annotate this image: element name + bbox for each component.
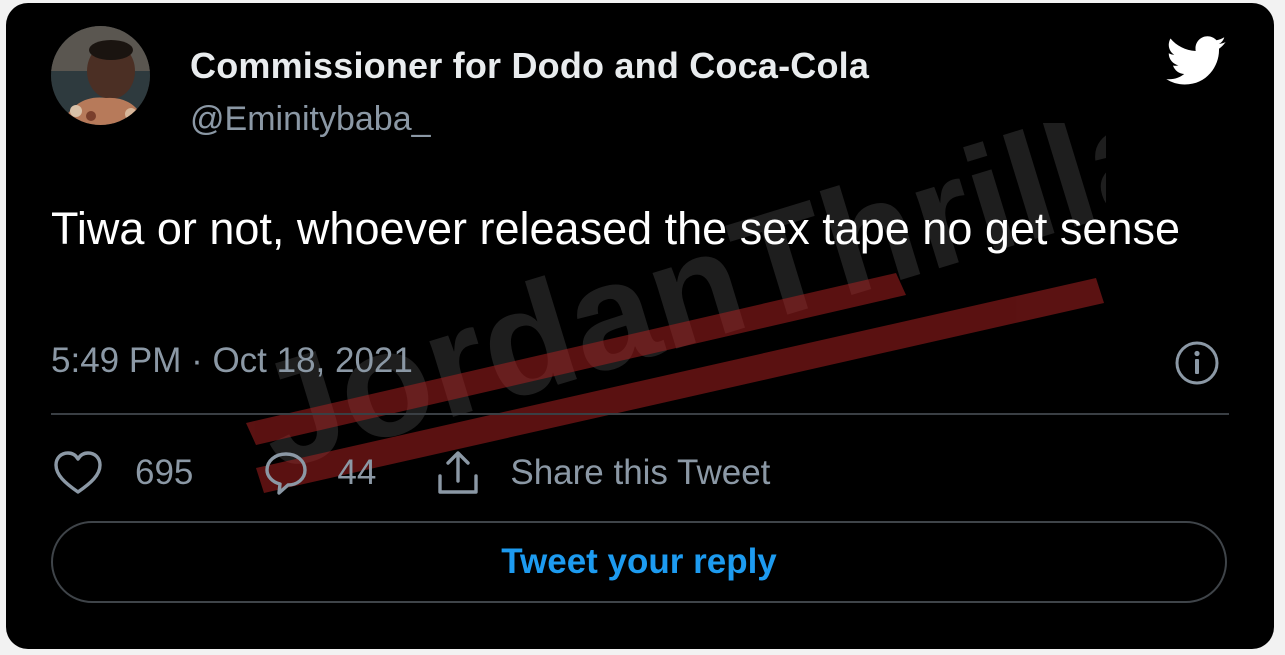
heart-icon (54, 451, 102, 494)
tweet-card: JordanThrilla. Commissioner for Dodo and… (6, 3, 1274, 649)
like-button[interactable]: 695 (51, 448, 193, 498)
avatar[interactable] (51, 26, 150, 125)
info-icon[interactable] (1174, 340, 1220, 386)
display-name[interactable]: Commissioner for Dodo and Coca-Cola (190, 45, 869, 87)
user-handle[interactable]: @Eminitybaba_ (190, 100, 431, 139)
share-label: Share this Tweet (510, 453, 771, 492)
avatar-image (51, 26, 150, 125)
divider (51, 413, 1229, 415)
reply-count: 44 (337, 453, 377, 492)
tweet-your-reply-button[interactable]: Tweet your reply (51, 521, 1227, 603)
share-button[interactable]: Share this Tweet (432, 448, 770, 498)
reply-bubble-icon (265, 452, 308, 495)
tweet-timestamp[interactable]: 5:49 PM · Oct 18, 2021 (51, 341, 413, 381)
share-upload-icon (438, 451, 479, 494)
reply-button[interactable]: 44 (259, 448, 376, 498)
action-bar: 695 44 Share this Tweet (51, 443, 770, 503)
tweet-text: Tiwa or not, whoever released the sex ta… (51, 203, 1180, 254)
twitter-bird-icon[interactable] (1166, 36, 1228, 86)
like-count: 695 (135, 453, 194, 492)
